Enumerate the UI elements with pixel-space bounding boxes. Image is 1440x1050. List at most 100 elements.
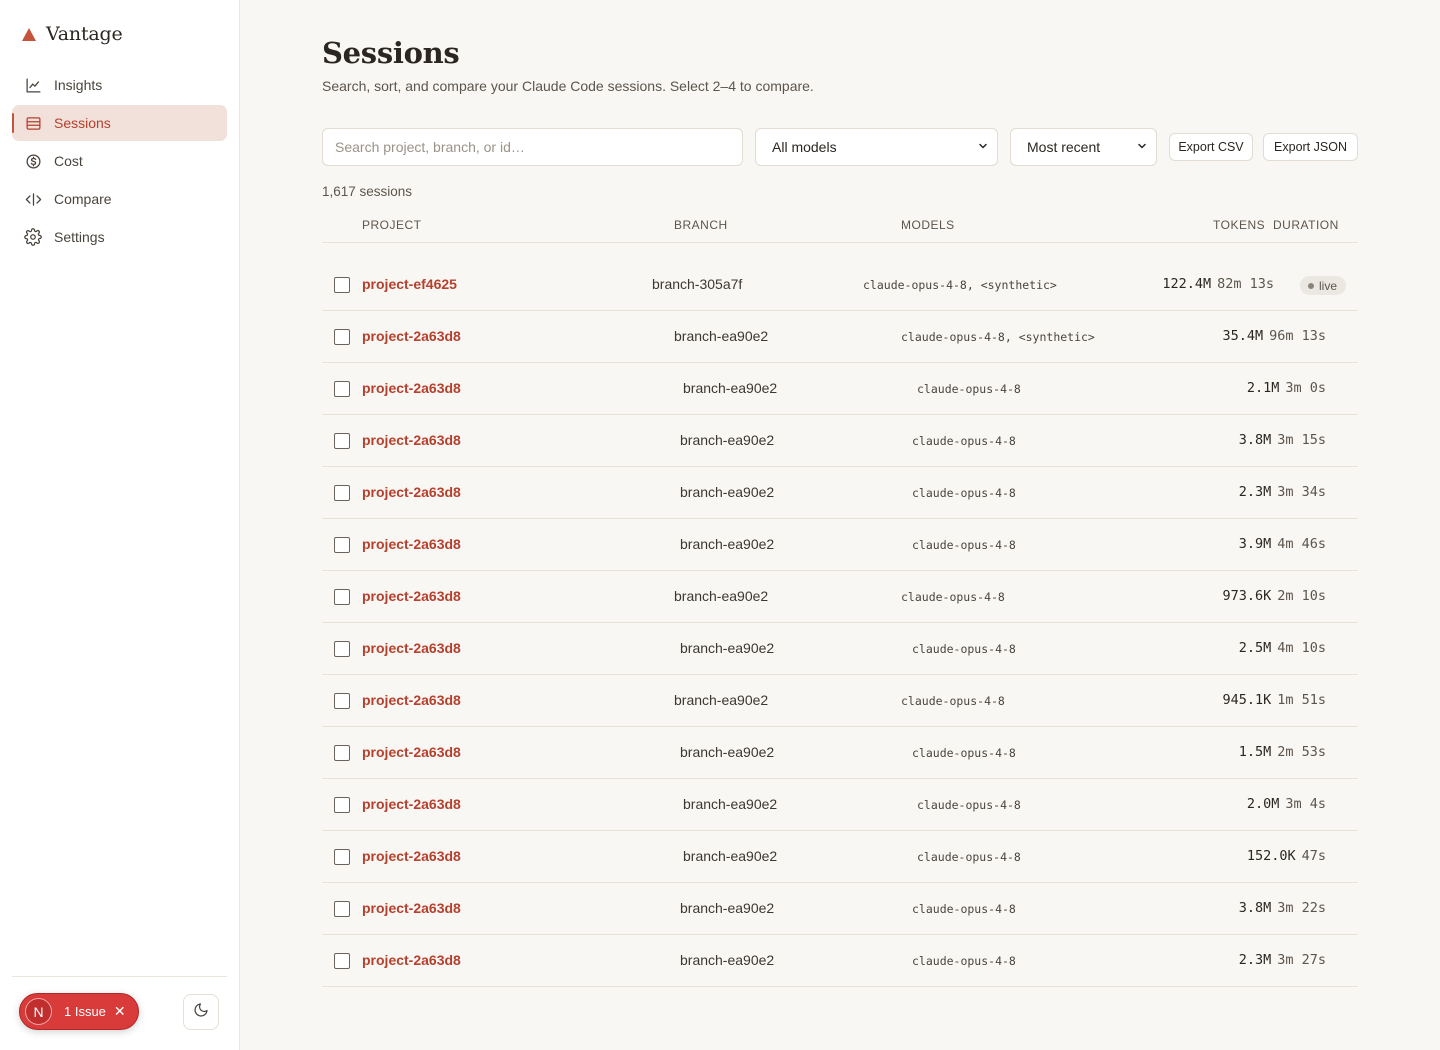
project-link[interactable]: project-2a63d8 <box>362 484 461 500</box>
sidebar: Vantage Insights Sessions Cost Compare S… <box>0 0 240 1050</box>
list-icon <box>24 114 42 132</box>
export-csv-button[interactable]: Export CSV <box>1169 133 1253 161</box>
tokens-duration-cell: 152.0K 47s <box>1247 848 1326 864</box>
table-row[interactable]: project-2a63d8 branch-ea90e2 claude-opus… <box>322 363 1358 415</box>
page-title: Sessions <box>322 36 460 70</box>
chevron-down-icon <box>1136 139 1148 155</box>
column-header-project[interactable]: PROJECT <box>362 218 422 232</box>
dollar-circle-icon <box>24 152 42 170</box>
table-row[interactable]: project-2a63d8 branch-ea90e2 claude-opus… <box>322 675 1358 727</box>
export-json-button[interactable]: Export JSON <box>1263 133 1358 161</box>
branch-cell: branch-ea90e2 <box>680 900 775 916</box>
issues-badge[interactable]: N 1 Issue ✕ <box>19 993 139 1030</box>
project-link[interactable]: project-2a63d8 <box>362 692 461 708</box>
project-link[interactable]: project-2a63d8 <box>362 536 461 552</box>
table-row[interactable]: project-2a63d8 branch-ea90e2 claude-opus… <box>322 571 1358 623</box>
branch-cell: branch-ea90e2 <box>680 952 775 968</box>
project-link[interactable]: project-ef4625 <box>362 276 457 292</box>
row-checkbox[interactable] <box>334 381 350 397</box>
row-checkbox[interactable] <box>334 797 350 813</box>
duration-cell: 3m 34s <box>1277 484 1326 500</box>
duration-cell: 1m 51s <box>1277 692 1326 708</box>
project-link[interactable]: project-2a63d8 <box>362 900 461 916</box>
table-row[interactable]: project-2a63d8 branch-ea90e2 claude-opus… <box>322 415 1358 467</box>
sidebar-divider <box>12 976 227 977</box>
project-link[interactable]: project-2a63d8 <box>362 380 461 396</box>
sidebar-item-label: Settings <box>54 229 105 245</box>
sidebar-item-settings[interactable]: Settings <box>12 219 227 255</box>
branch-cell: branch-ea90e2 <box>680 484 775 500</box>
status-dot-icon <box>1307 282 1314 289</box>
close-icon[interactable]: ✕ <box>114 1003 126 1020</box>
table-row[interactable]: project-ef4625 branch-305a7f claude-opus… <box>322 259 1358 311</box>
project-link[interactable]: project-2a63d8 <box>362 848 461 864</box>
models-select[interactable]: All models <box>755 128 998 166</box>
sidebar-item-compare[interactable]: Compare <box>12 181 227 217</box>
branch-cell: branch-ea90e2 <box>674 692 769 708</box>
table-header: PROJECT BRANCH MODELS TOKENS DURATION <box>322 218 1358 243</box>
tokens-duration-cell: 2.1M 3m 0s <box>1247 380 1326 396</box>
project-link[interactable]: project-2a63d8 <box>362 952 461 968</box>
tokens-duration-cell: 3.8M 3m 22s <box>1239 900 1326 916</box>
sidebar-item-cost[interactable]: Cost <box>12 143 227 179</box>
row-checkbox[interactable] <box>334 485 350 501</box>
sort-select-value: Most recent <box>1027 139 1101 155</box>
branch-cell: branch-ea90e2 <box>683 848 778 864</box>
tokens-cell: 152.0K <box>1246 848 1296 864</box>
brand[interactable]: Vantage <box>22 22 123 46</box>
table-row[interactable]: project-2a63d8 branch-ea90e2 claude-opus… <box>322 623 1358 675</box>
branch-cell: branch-305a7f <box>652 276 743 292</box>
row-checkbox[interactable] <box>334 849 350 865</box>
row-checkbox[interactable] <box>334 433 350 449</box>
duration-cell: 3m 27s <box>1277 952 1326 968</box>
table-row[interactable]: project-2a63d8 branch-ea90e2 claude-opus… <box>322 935 1358 987</box>
sort-select[interactable]: Most recent <box>1010 128 1157 166</box>
project-link[interactable]: project-2a63d8 <box>362 744 461 760</box>
project-link[interactable]: project-2a63d8 <box>362 640 461 656</box>
project-link[interactable]: project-2a63d8 <box>362 432 461 448</box>
row-checkbox[interactable] <box>334 277 350 293</box>
tokens-duration-cell: 3.9M 4m 46s <box>1239 536 1326 552</box>
models-cell: claude-opus-4-8 <box>912 486 1016 500</box>
branch-cell: branch-ea90e2 <box>674 328 769 344</box>
project-link[interactable]: project-2a63d8 <box>362 588 461 604</box>
models-cell: claude-opus-4-8 <box>901 590 1005 604</box>
column-header-branch[interactable]: BRANCH <box>674 218 728 232</box>
tokens-duration-cell: 3.8M 3m 15s <box>1239 432 1326 448</box>
row-checkbox[interactable] <box>334 745 350 761</box>
column-header-models[interactable]: MODELS <box>901 218 955 232</box>
brand-name: Vantage <box>46 23 123 45</box>
tokens-duration-cell: 35.4M 96m 13s <box>1222 328 1326 344</box>
search-input[interactable] <box>322 128 743 166</box>
project-link[interactable]: project-2a63d8 <box>362 328 461 344</box>
row-checkbox[interactable] <box>334 641 350 657</box>
row-checkbox[interactable] <box>334 589 350 605</box>
duration-cell: 47s <box>1301 848 1326 864</box>
table-row[interactable]: project-2a63d8 branch-ea90e2 claude-opus… <box>322 831 1358 883</box>
project-link[interactable]: project-2a63d8 <box>362 796 461 812</box>
branch-cell: branch-ea90e2 <box>680 432 775 448</box>
duration-cell: 4m 46s <box>1277 536 1326 552</box>
row-checkbox[interactable] <box>334 901 350 917</box>
sidebar-item-sessions[interactable]: Sessions <box>12 105 227 141</box>
sidebar-item-insights[interactable]: Insights <box>12 67 227 103</box>
branch-cell: branch-ea90e2 <box>683 380 778 396</box>
row-checkbox[interactable] <box>334 693 350 709</box>
table-row[interactable]: project-2a63d8 branch-ea90e2 claude-opus… <box>322 883 1358 935</box>
status-badge: live <box>1299 276 1346 295</box>
table-row[interactable]: project-2a63d8 branch-ea90e2 claude-opus… <box>322 779 1358 831</box>
table-row[interactable]: project-2a63d8 branch-ea90e2 claude-opus… <box>322 519 1358 571</box>
row-checkbox[interactable] <box>334 329 350 345</box>
table-row[interactable]: project-2a63d8 branch-ea90e2 claude-opus… <box>322 467 1358 519</box>
row-checkbox[interactable] <box>334 537 350 553</box>
models-cell: claude-opus-4-8 <box>912 746 1016 760</box>
tokens-cell: 973.6K <box>1222 588 1272 604</box>
tokens-cell: 2.5M <box>1238 640 1272 656</box>
column-header-duration[interactable]: DURATION <box>1273 218 1339 232</box>
table-row[interactable]: project-2a63d8 branch-ea90e2 claude-opus… <box>322 727 1358 779</box>
column-header-tokens[interactable]: TOKENS <box>1213 218 1265 232</box>
theme-toggle-button[interactable] <box>183 994 219 1030</box>
tokens-duration-cell: 122.4M 82m 13s <box>1162 276 1274 292</box>
table-row[interactable]: project-2a63d8 branch-ea90e2 claude-opus… <box>322 311 1358 363</box>
row-checkbox[interactable] <box>334 953 350 969</box>
